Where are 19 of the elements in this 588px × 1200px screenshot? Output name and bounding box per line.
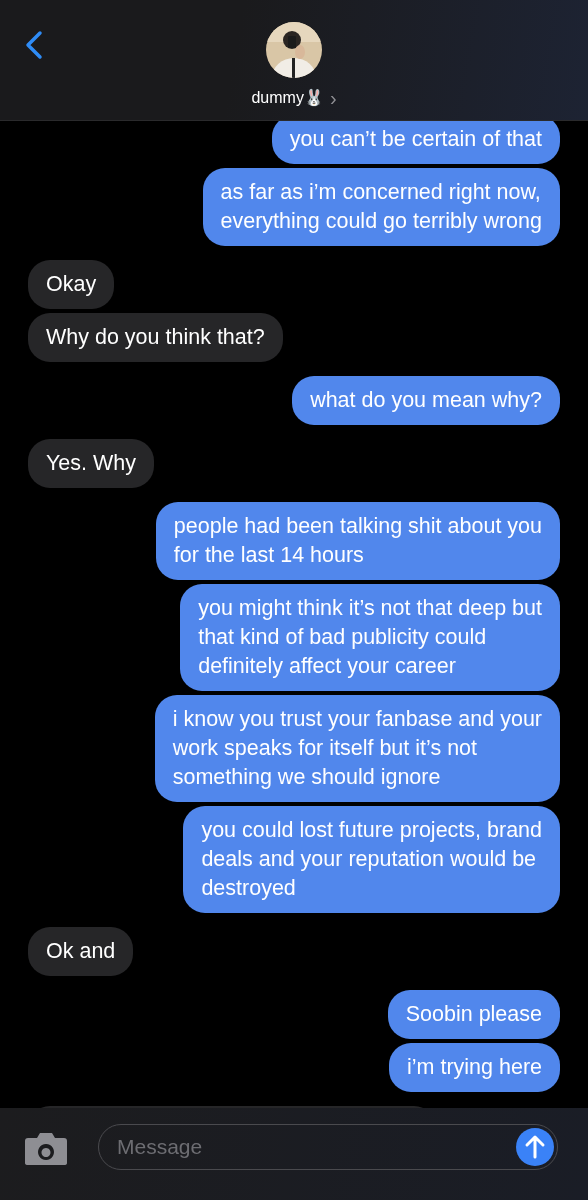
message-bubble: Ok and [28, 927, 134, 976]
message-bubble: i know you trust your fanbase and your work speaks for itself but it’s not something we should ignore [154, 695, 560, 802]
message-bubble: people had been talking shit about you for the last 14 hours [155, 502, 560, 580]
message-bubble: Soobin please [387, 990, 560, 1039]
camera-icon[interactable] [24, 1130, 68, 1166]
back-icon[interactable] [25, 30, 43, 60]
message-bubble: as far as i’m concerned right now, everything could go terribly wrong [202, 168, 560, 246]
message-bubble: Yes. Why [28, 439, 155, 488]
message-bubble: you can’t be certain of that [271, 121, 560, 164]
contact-name[interactable]: dummy🐰 [251, 88, 324, 107]
chevron-icon[interactable]: › [329, 89, 337, 106]
message-bubble: what do you mean why? [292, 376, 560, 425]
message-field[interactable]: Message [98, 1124, 558, 1170]
send-icon[interactable] [516, 1128, 554, 1166]
message-bubble: you might think it’s not that deep but that kind of bad publicity could definitely affect your career [180, 584, 560, 691]
message-bubble: i’m trying here [389, 1043, 560, 1092]
message-bubble: Why do you think that? [28, 313, 283, 362]
message-bubble: Okay [28, 260, 115, 309]
message-bubble: you could lost future projects, brand deals and your reputation would be destroyed [183, 806, 560, 913]
